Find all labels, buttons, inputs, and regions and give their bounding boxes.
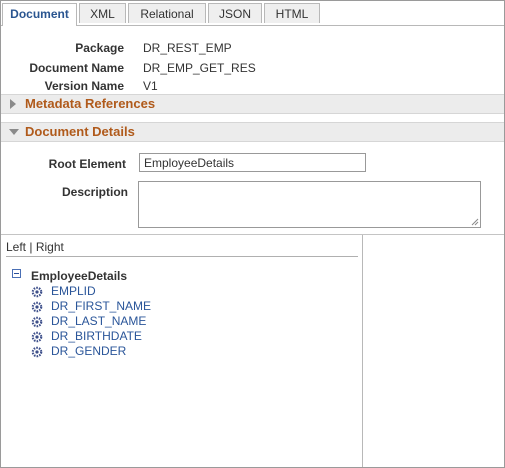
document-name-value: DR_EMP_GET_RES [143, 61, 256, 75]
tab-document[interactable]: Document [2, 3, 77, 26]
left-right-toggle: Left | Right [6, 240, 358, 257]
description-textarea[interactable] [138, 181, 481, 228]
root-element-label: Root Element [48, 157, 126, 171]
document-details-section[interactable]: Document Details [1, 122, 504, 142]
tree-root-node[interactable]: EmployeeDetails [31, 269, 127, 283]
triangle-down-icon [9, 129, 19, 135]
tree-node-label[interactable]: EMPLID [51, 284, 96, 299]
tab-relational[interactable]: Relational [128, 3, 206, 23]
gear-icon [31, 301, 43, 313]
resize-grip-icon[interactable] [471, 218, 479, 226]
package-label: Package [75, 41, 124, 55]
tree-node-label[interactable]: DR_GENDER [51, 344, 126, 359]
version-name-label: Version Name [44, 79, 124, 93]
root-element-input[interactable] [139, 153, 366, 172]
gear-icon [31, 286, 43, 298]
tree-node-label[interactable]: DR_LAST_NAME [51, 314, 146, 329]
collapse-icon[interactable] [12, 269, 21, 278]
document-details-title: Document Details [25, 124, 135, 139]
package-value: DR_REST_EMP [143, 41, 232, 55]
triangle-right-icon [10, 99, 16, 109]
tab-html[interactable]: HTML [264, 3, 320, 23]
version-name-value: V1 [143, 79, 158, 93]
document-name-label: Document Name [29, 61, 124, 75]
description-label: Description [61, 185, 128, 199]
gear-icon [31, 316, 43, 328]
metadata-references-section[interactable]: Metadata References [1, 94, 504, 114]
tab-bar: Document XML Relational JSON HTML [1, 1, 504, 26]
document-editor-page: Document XML Relational JSON HTML Packag… [0, 0, 505, 468]
tree-node-label[interactable]: DR_FIRST_NAME [51, 299, 151, 314]
left-link[interactable]: Left [6, 240, 26, 254]
tree-node-label[interactable]: DR_BIRTHDATE [51, 329, 142, 344]
right-link[interactable]: Right [36, 240, 64, 254]
gear-icon [31, 331, 43, 343]
tab-xml[interactable]: XML [79, 3, 126, 23]
tab-json[interactable]: JSON [208, 3, 262, 23]
link-separator: | [29, 240, 33, 254]
gear-icon [31, 346, 43, 358]
metadata-references-title: Metadata References [25, 96, 156, 111]
